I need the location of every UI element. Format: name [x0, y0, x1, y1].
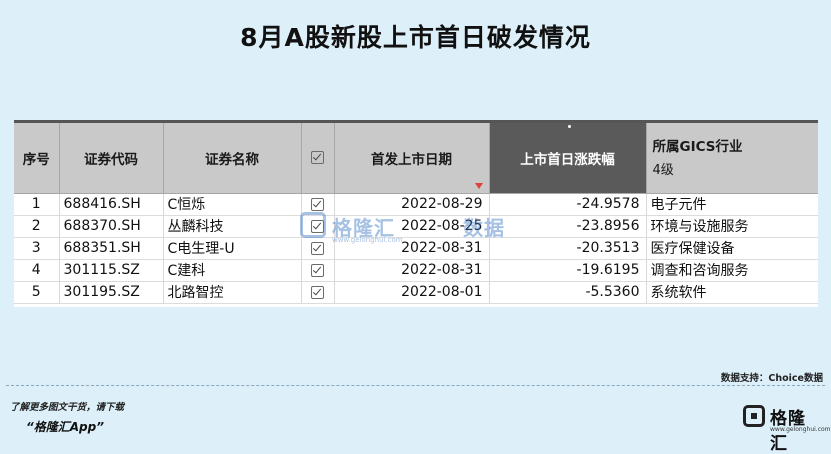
table-header-row: 序号 证券代码 证券名称 首发上市日期 上市首日涨跌幅 所属GICS行业 4级	[14, 123, 818, 194]
header-name[interactable]: 证券名称	[163, 123, 302, 194]
cell-name: 北路智控	[163, 281, 302, 304]
cell-change: -5.5360	[489, 281, 647, 304]
checkbox-checked-icon[interactable]	[311, 241, 324, 255]
data-source: 数据支持：Choice数据	[720, 373, 823, 384]
cell-select[interactable]	[301, 281, 335, 304]
header-industry[interactable]: 所属GICS行业 4级	[646, 123, 818, 194]
checkbox-checked-icon[interactable]	[311, 151, 324, 165]
checkbox-checked-icon[interactable]	[311, 263, 324, 277]
cell-select[interactable]	[301, 237, 335, 260]
cell-industry: 系统软件	[646, 281, 818, 304]
checkbox-checked-icon[interactable]	[311, 219, 324, 233]
cell-date: 2022-08-25	[334, 215, 490, 238]
cell-select[interactable]	[301, 259, 335, 282]
cell-date: 2022-08-31	[334, 237, 490, 260]
table-row[interactable]: 5 301195.SZ 北路智控 2022-08-01 -5.5360 系统软件	[14, 281, 818, 304]
header-industry-label: 所属GICS行业	[652, 139, 743, 155]
cell-change: -24.9578	[489, 193, 647, 216]
brand-logo: 格隆汇 www.gelonghui.com	[743, 403, 831, 454]
cell-name: C恒烁	[163, 193, 302, 216]
cell-select[interactable]	[301, 193, 335, 216]
cell-industry: 医疗保健设备	[646, 237, 818, 260]
ipo-table: 序号 证券代码 证券名称 首发上市日期 上市首日涨跌幅 所属GICS行业 4级	[14, 123, 818, 304]
cell-change: -20.3513	[489, 237, 647, 260]
gelonghui-logo-icon	[743, 405, 765, 427]
cell-industry: 环境与设施服务	[646, 215, 818, 238]
cell-date: 2022-08-31	[334, 259, 490, 282]
cell-name: C电生理-U	[163, 237, 302, 260]
cell-code: 301195.SZ	[59, 281, 164, 304]
header-change-label: 上市首日涨跌幅	[520, 151, 615, 168]
cell-no: 3	[14, 237, 60, 260]
cell-date: 2022-08-29	[334, 193, 490, 216]
checkbox-checked-icon[interactable]	[311, 285, 324, 299]
header-select-all[interactable]	[301, 123, 335, 194]
cell-code: 688351.SH	[59, 237, 164, 260]
cell-no: 4	[14, 259, 60, 282]
cell-select[interactable]	[301, 215, 335, 238]
header-code[interactable]: 证券代码	[59, 123, 164, 194]
cell-code: 301115.SZ	[59, 259, 164, 282]
table-row[interactable]: 1 688416.SH C恒烁 2022-08-29 -24.9578 电子元件	[14, 193, 818, 216]
cell-name: C建科	[163, 259, 302, 282]
header-industry-level: 4级	[652, 163, 674, 178]
cell-no: 1	[14, 193, 60, 216]
download-hint: 了解更多图文干货，请下载	[10, 402, 125, 413]
cell-no: 5	[14, 281, 60, 304]
header-change[interactable]: 上市首日涨跌幅	[489, 123, 647, 194]
table-row[interactable]: 2 688370.SH 丛麟科技 2022-08-25 -23.8956 环境与…	[14, 215, 818, 238]
cell-change: -23.8956	[489, 215, 647, 238]
footer-divider	[6, 385, 825, 386]
filter-triangle-icon[interactable]	[474, 182, 483, 189]
header-no[interactable]: 序号	[14, 123, 60, 194]
cell-change: -19.6195	[489, 259, 647, 282]
header-date-label: 首发上市日期	[371, 151, 452, 168]
ipo-table-container: 序号 证券代码 证券名称 首发上市日期 上市首日涨跌幅 所属GICS行业 4级	[14, 120, 818, 307]
header-date[interactable]: 首发上市日期	[334, 123, 490, 194]
brand-url: www.gelonghui.com	[770, 426, 831, 433]
table-row[interactable]: 3 688351.SH C电生理-U 2022-08-31 -20.3513 医…	[14, 237, 818, 260]
app-name: “格隆汇App”	[26, 420, 104, 434]
sort-dot-icon	[567, 125, 571, 128]
table-row[interactable]: 4 301115.SZ C建科 2022-08-31 -19.6195 调查和咨…	[14, 259, 818, 282]
cell-date: 2022-08-01	[334, 281, 490, 304]
page-title: 8月A股新股上市首日破发情况	[240, 23, 591, 52]
checkbox-checked-icon[interactable]	[311, 197, 324, 211]
cell-industry: 调查和咨询服务	[646, 259, 818, 282]
cell-code: 688416.SH	[59, 193, 164, 216]
cell-name: 丛麟科技	[163, 215, 302, 238]
cell-no: 2	[14, 215, 60, 238]
cell-code: 688370.SH	[59, 215, 164, 238]
cell-industry: 电子元件	[646, 193, 818, 216]
